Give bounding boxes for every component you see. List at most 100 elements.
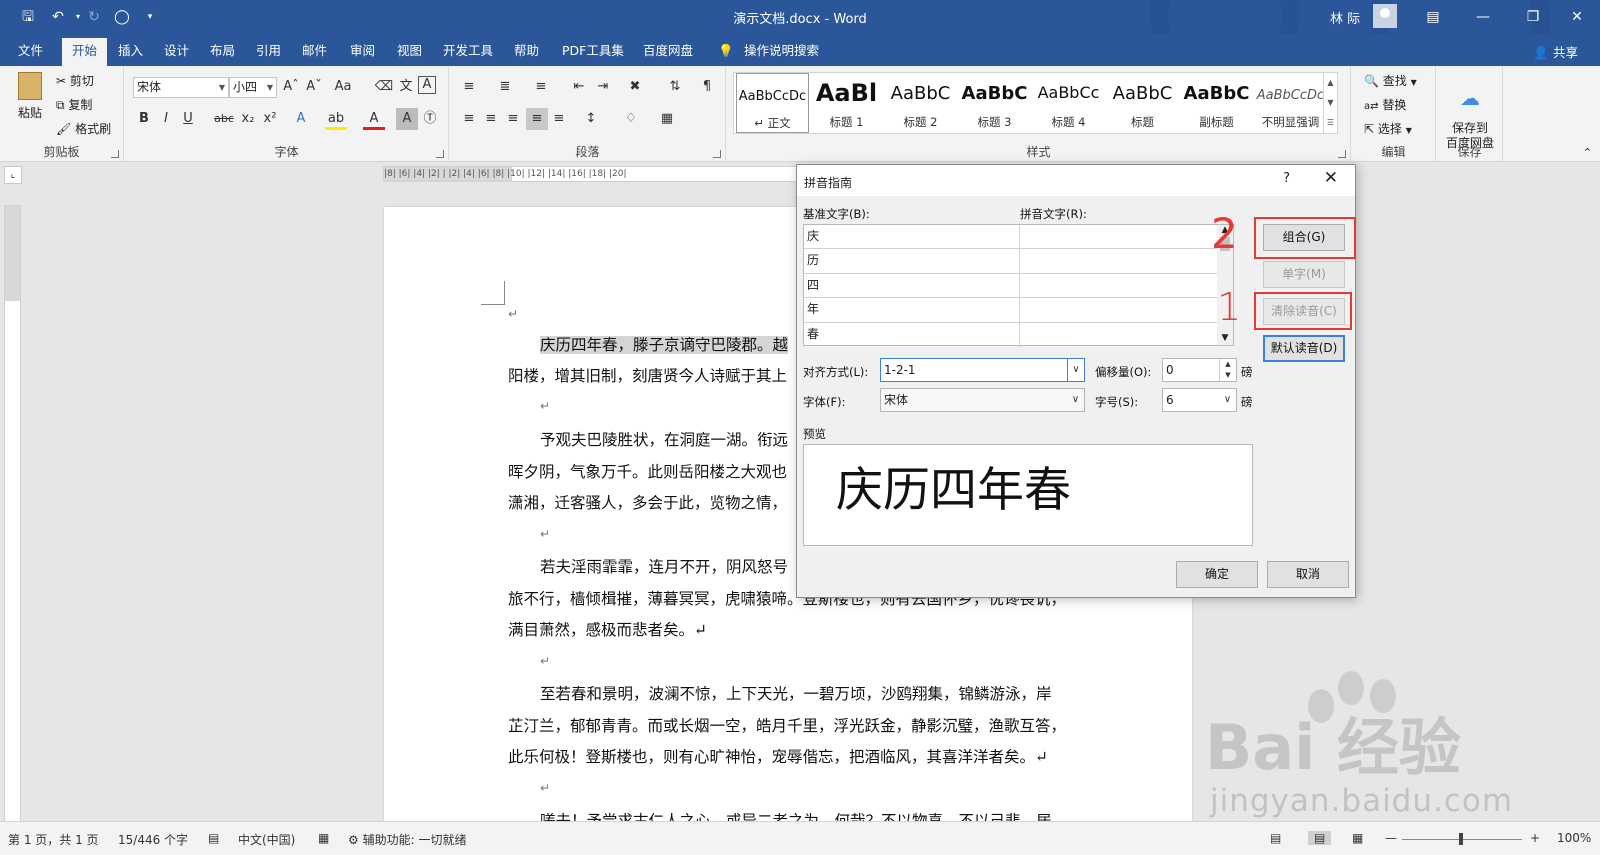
- chinese-layout-icon[interactable]: ✖: [624, 76, 646, 98]
- font-size-combo[interactable]: 小四 ▼: [229, 77, 277, 98]
- tab-help[interactable]: 帮助: [508, 40, 545, 66]
- pinyin-text-cell[interactable]: [1021, 323, 1207, 347]
- dialog-launcher-icon[interactable]: [111, 150, 119, 158]
- pinyin-text-cell[interactable]: [1021, 249, 1207, 273]
- show-marks-icon[interactable]: ¶: [696, 76, 718, 98]
- tab-selector[interactable]: ⌞: [4, 166, 22, 184]
- circle-icon[interactable]: ◯: [112, 7, 132, 27]
- pinyin-text-cell[interactable]: [1021, 225, 1207, 249]
- superscript-icon[interactable]: x²: [259, 108, 281, 130]
- pinyin-text-cell[interactable]: [1021, 274, 1207, 298]
- doc-line[interactable]: 潇湘，迁客骚人，多会于此，览物之情，: [508, 491, 787, 513]
- text-effects-icon[interactable]: A: [290, 108, 312, 130]
- doc-line[interactable]: 若夫淫雨霏霏，连月不开，阴风怒号: [540, 555, 788, 577]
- minimize-icon[interactable]: —: [1468, 6, 1498, 28]
- single-char-button[interactable]: 单字(M): [1263, 261, 1345, 288]
- tab-insert[interactable]: 插入: [112, 40, 149, 66]
- zoom-level[interactable]: 100%: [1557, 831, 1591, 845]
- style-title[interactable]: AaBbC 标题: [1106, 73, 1179, 133]
- format-painter-button[interactable]: 🖌 格式刷: [56, 120, 111, 137]
- pinyin-text-cell[interactable]: [1021, 298, 1207, 322]
- char-border-icon[interactable]: A: [418, 76, 436, 94]
- proofing-icon[interactable]: ▤: [208, 831, 219, 845]
- spinner-icon[interactable]: ▲ ▼: [1219, 359, 1236, 381]
- phonetic-guide-icon[interactable]: 文: [395, 76, 417, 98]
- tab-file[interactable]: 文件: [12, 40, 49, 66]
- font-color-icon[interactable]: A: [363, 108, 385, 130]
- style-heading-2[interactable]: AaBbC 标题 2: [884, 73, 957, 133]
- font-select[interactable]: 宋体 ∨: [880, 388, 1085, 412]
- distributed-icon[interactable]: ≡: [548, 108, 570, 130]
- tab-view[interactable]: 视图: [391, 40, 428, 66]
- save-icon[interactable]: 🖫: [18, 7, 38, 27]
- ribbon-display-icon[interactable]: ▤: [1418, 6, 1448, 28]
- style-subtitle[interactable]: AaBbC 副标题: [1180, 73, 1253, 133]
- chevron-down-icon[interactable]: ▼: [1217, 333, 1233, 343]
- tab-baidu-netdisk[interactable]: 百度网盘: [637, 40, 699, 66]
- highlight-color-icon[interactable]: ab: [325, 108, 347, 130]
- size-select[interactable]: 6 ∨: [1162, 388, 1237, 412]
- find-button[interactable]: 🔍 查找 ▼: [1364, 72, 1417, 89]
- language[interactable]: 中文(中国): [238, 831, 295, 848]
- shrink-font-icon[interactable]: Aˇ: [303, 76, 325, 98]
- zoom-in-icon[interactable]: +: [1530, 831, 1540, 845]
- borders-icon[interactable]: ▦: [656, 108, 678, 130]
- base-text-cell[interactable]: 四: [804, 273, 1020, 298]
- collapse-ribbon-icon[interactable]: ⌃: [1583, 146, 1592, 159]
- enclose-char-icon[interactable]: Ⓣ: [419, 108, 441, 130]
- base-text-cell[interactable]: 庆: [804, 225, 1020, 249]
- tab-home[interactable]: 开始: [62, 38, 108, 66]
- lightbulb-icon[interactable]: 💡: [712, 40, 740, 66]
- gallery-scroll[interactable]: ▲ ▼ ☰: [1323, 73, 1337, 133]
- redo-icon[interactable]: ↻: [84, 7, 104, 27]
- vertical-ruler[interactable]: [4, 205, 21, 825]
- select-button[interactable]: ⇱ 选择 ▼: [1364, 120, 1412, 137]
- offset-spinner[interactable]: 0 ▲ ▼: [1162, 358, 1237, 382]
- subscript-icon[interactable]: x₂: [237, 108, 259, 130]
- help-icon[interactable]: ?: [1283, 171, 1290, 186]
- bullets-icon[interactable]: ≡: [458, 76, 480, 98]
- grow-font-icon[interactable]: Aˆ: [280, 76, 302, 98]
- default-reading-button[interactable]: 默认读音(D): [1263, 335, 1345, 362]
- cut-button[interactable]: ✂ 剪切: [56, 72, 94, 89]
- line-spacing-icon[interactable]: ↕: [580, 108, 602, 130]
- customize-qat-icon[interactable]: ▾: [140, 7, 160, 27]
- base-text-cell[interactable]: 年: [804, 298, 1020, 323]
- close-window-icon[interactable]: ✕: [1562, 6, 1592, 28]
- tab-mailings[interactable]: 邮件: [296, 40, 333, 66]
- word-count[interactable]: 15/446 个字: [118, 831, 188, 848]
- justify-icon[interactable]: ≡: [526, 108, 548, 130]
- accessibility-status[interactable]: ⚙ 辅助功能: 一切就绪: [348, 831, 466, 848]
- char-shading-icon[interactable]: A: [396, 108, 418, 130]
- align-left-icon[interactable]: ≡: [458, 108, 480, 130]
- base-text-cell[interactable]: 春: [804, 322, 1020, 347]
- doc-line[interactable]: 晖夕阴，气象万千。此则岳阳楼之大观也: [508, 460, 787, 482]
- tab-pdf-tools[interactable]: PDF工具集: [556, 40, 630, 66]
- tab-review[interactable]: 审阅: [344, 40, 381, 66]
- base-text-cell[interactable]: 历: [804, 249, 1020, 274]
- bold-icon[interactable]: B: [133, 108, 155, 130]
- style-heading-3[interactable]: AaBbC 标题 3: [958, 73, 1031, 133]
- tell-me-search[interactable]: 操作说明搜索: [738, 40, 825, 66]
- style-heading-1[interactable]: AaBl 标题 1: [810, 73, 883, 133]
- horizontal-ruler[interactable]: |8| |6| |4| |2| | |2| |4| |6| |8| |10| |…: [383, 166, 803, 182]
- decrease-indent-icon[interactable]: ⇤: [568, 76, 590, 98]
- tab-references[interactable]: 引用: [250, 40, 287, 66]
- tab-developer[interactable]: 开发工具: [437, 40, 499, 66]
- restore-icon[interactable]: ❐: [1518, 6, 1548, 28]
- doc-line[interactable]: 满目萧然，感极而悲者矣。↵: [508, 618, 707, 640]
- cancel-button[interactable]: 取消: [1267, 561, 1349, 588]
- style-normal[interactable]: AaBbCcDc ↵ 正文: [736, 73, 809, 133]
- numbering-icon[interactable]: ≣: [494, 76, 516, 98]
- user-name[interactable]: 林 际: [1330, 8, 1360, 27]
- close-icon[interactable]: ✕: [1324, 168, 1338, 188]
- font-name-combo[interactable]: 宋体 ▼: [133, 77, 229, 98]
- undo-icon[interactable]: ↶: [48, 7, 68, 27]
- shading-icon[interactable]: ♢: [620, 108, 642, 130]
- sort-icon[interactable]: ⇅: [664, 76, 686, 98]
- style-heading-4[interactable]: AaBbCc 标题 4: [1032, 73, 1105, 133]
- dialog-launcher-icon[interactable]: [436, 150, 444, 158]
- italic-icon[interactable]: I: [155, 108, 177, 130]
- alignment-select[interactable]: 1-2-1 ∨: [880, 358, 1085, 382]
- doc-line[interactable]: 庆历四年春，滕子京谪守巴陵郡。越: [540, 333, 789, 355]
